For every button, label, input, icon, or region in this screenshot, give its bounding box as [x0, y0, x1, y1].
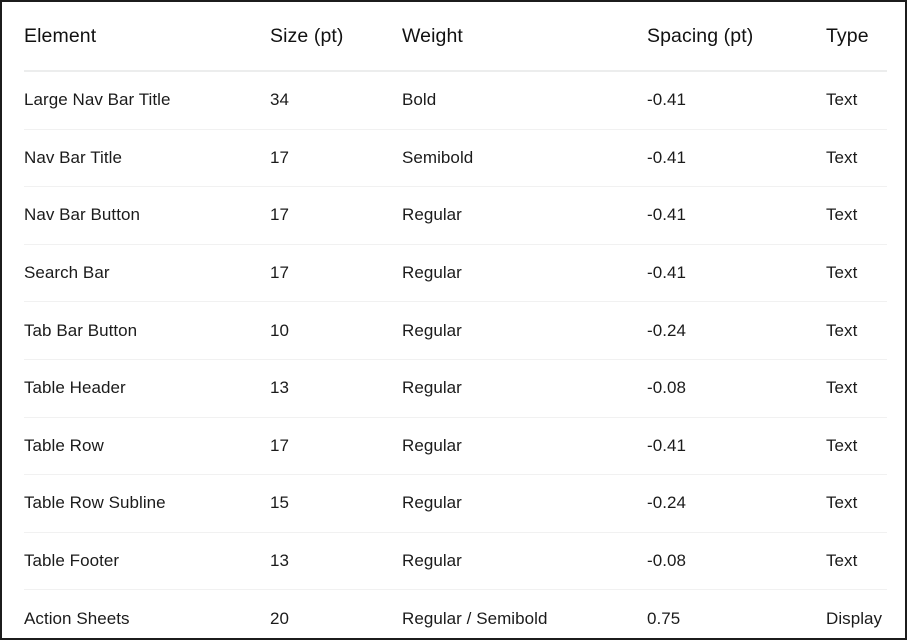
cell-spacing: -0.41	[647, 244, 826, 302]
cell-size: 17	[270, 417, 402, 475]
table-row: Table Header 13 Regular -0.08 Text	[24, 359, 887, 417]
cell-weight: Regular	[402, 302, 647, 360]
column-header-spacing: Spacing (pt)	[647, 2, 826, 71]
table-row: Table Row 17 Regular -0.41 Text	[24, 417, 887, 475]
cell-weight: Regular	[402, 417, 647, 475]
cell-spacing: -0.24	[647, 302, 826, 360]
cell-type: Text	[826, 187, 887, 245]
table-row: Search Bar 17 Regular -0.41 Text	[24, 244, 887, 302]
table-row: Nav Bar Title 17 Semibold -0.41 Text	[24, 129, 887, 187]
cell-spacing: 0.75	[647, 590, 826, 640]
table-row: Nav Bar Button 17 Regular -0.41 Text	[24, 187, 887, 245]
cell-element: Nav Bar Button	[24, 187, 270, 245]
column-header-size: Size (pt)	[270, 2, 402, 71]
cell-spacing: -0.41	[647, 417, 826, 475]
cell-size: 15	[270, 475, 402, 533]
table-row: Action Sheets 20 Regular / Semibold 0.75…	[24, 590, 887, 640]
cell-weight: Regular	[402, 187, 647, 245]
cell-size: 17	[270, 187, 402, 245]
cell-size: 34	[270, 71, 402, 129]
table-head: Element Size (pt) Weight Spacing (pt) Ty…	[24, 2, 887, 71]
cell-weight: Regular	[402, 475, 647, 533]
cell-spacing: -0.08	[647, 532, 826, 590]
cell-element: Nav Bar Title	[24, 129, 270, 187]
cell-type: Text	[826, 475, 887, 533]
cell-size: 17	[270, 244, 402, 302]
cell-type: Text	[826, 417, 887, 475]
cell-weight: Semibold	[402, 129, 647, 187]
column-header-element: Element	[24, 2, 270, 71]
cell-element: Tab Bar Button	[24, 302, 270, 360]
cell-element: Table Footer	[24, 532, 270, 590]
table-header-row: Element Size (pt) Weight Spacing (pt) Ty…	[24, 2, 887, 71]
cell-element: Large Nav Bar Title	[24, 71, 270, 129]
cell-spacing: -0.41	[647, 187, 826, 245]
cell-weight: Regular	[402, 532, 647, 590]
table-row: Tab Bar Button 10 Regular -0.24 Text	[24, 302, 887, 360]
cell-element: Table Row Subline	[24, 475, 270, 533]
cell-size: 13	[270, 532, 402, 590]
cell-weight: Bold	[402, 71, 647, 129]
cell-weight: Regular	[402, 359, 647, 417]
cell-type: Display	[826, 590, 887, 640]
column-header-type: Type	[826, 2, 887, 71]
cell-weight: Regular / Semibold	[402, 590, 647, 640]
cell-element: Search Bar	[24, 244, 270, 302]
table-row: Large Nav Bar Title 34 Bold -0.41 Text	[24, 71, 887, 129]
cell-size: 20	[270, 590, 402, 640]
cell-weight: Regular	[402, 244, 647, 302]
cell-type: Text	[826, 532, 887, 590]
cell-type: Text	[826, 244, 887, 302]
cell-size: 13	[270, 359, 402, 417]
table-body: Large Nav Bar Title 34 Bold -0.41 Text N…	[24, 71, 887, 640]
table-container: Element Size (pt) Weight Spacing (pt) Ty…	[2, 2, 905, 638]
cell-element: Table Row	[24, 417, 270, 475]
typography-spec-table-page: Element Size (pt) Weight Spacing (pt) Ty…	[0, 0, 907, 640]
cell-spacing: -0.24	[647, 475, 826, 533]
cell-type: Text	[826, 359, 887, 417]
cell-type: Text	[826, 129, 887, 187]
cell-size: 10	[270, 302, 402, 360]
cell-type: Text	[826, 71, 887, 129]
cell-spacing: -0.08	[647, 359, 826, 417]
column-header-weight: Weight	[402, 2, 647, 71]
table-row: Table Footer 13 Regular -0.08 Text	[24, 532, 887, 590]
typography-spec-table: Element Size (pt) Weight Spacing (pt) Ty…	[24, 2, 887, 640]
cell-spacing: -0.41	[647, 71, 826, 129]
table-row: Table Row Subline 15 Regular -0.24 Text	[24, 475, 887, 533]
cell-size: 17	[270, 129, 402, 187]
cell-type: Text	[826, 302, 887, 360]
cell-element: Table Header	[24, 359, 270, 417]
cell-spacing: -0.41	[647, 129, 826, 187]
cell-element: Action Sheets	[24, 590, 270, 640]
